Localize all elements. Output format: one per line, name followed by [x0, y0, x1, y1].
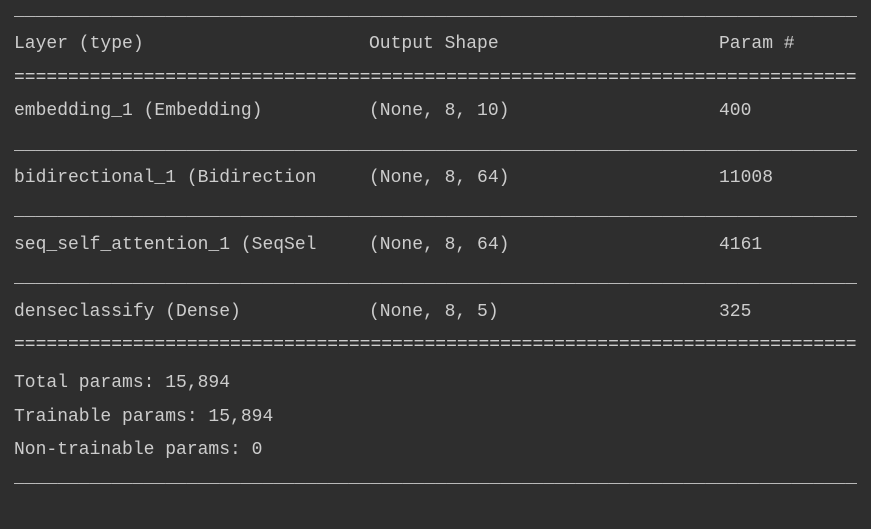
divider-line: ________________________________________… [14, 134, 857, 157]
divider-double-line: ========================================… [14, 67, 857, 90]
cell-output: (None, 8, 64) [369, 167, 719, 190]
cell-output: (None, 8, 5) [369, 301, 719, 324]
divider-line: ________________________________________… [14, 0, 857, 23]
cell-output: (None, 8, 10) [369, 100, 719, 123]
header-layer: Layer (type) [14, 33, 369, 56]
table-row: denseclassify (Dense) (None, 8, 5) 325 [14, 291, 857, 334]
header-param: Param # [719, 33, 857, 56]
cell-layer: seq_self_attention_1 (SeqSel [14, 234, 369, 257]
divider-double-line: ========================================… [14, 334, 857, 357]
divider-line: ________________________________________… [14, 467, 857, 490]
trainable-params: Trainable params: 15,894 [14, 401, 857, 434]
table-row: seq_self_attention_1 (SeqSel (None, 8, 6… [14, 224, 857, 267]
cell-param: 325 [719, 301, 857, 324]
table-row: bidirectional_1 (Bidirection (None, 8, 6… [14, 157, 857, 200]
cell-param: 400 [719, 100, 857, 123]
cell-param: 4161 [719, 234, 857, 257]
cell-layer: denseclassify (Dense) [14, 301, 369, 324]
cell-output: (None, 8, 64) [369, 234, 719, 257]
cell-layer: bidirectional_1 (Bidirection [14, 167, 369, 190]
non-trainable-params: Non-trainable params: 0 [14, 434, 857, 467]
table-row: embedding_1 (Embedding) (None, 8, 10) 40… [14, 90, 857, 133]
total-params: Total params: 15,894 [14, 367, 857, 400]
divider-line: ________________________________________… [14, 200, 857, 223]
divider-line: ________________________________________… [14, 267, 857, 290]
header-output: Output Shape [369, 33, 719, 56]
cell-param: 11008 [719, 167, 857, 190]
cell-layer: embedding_1 (Embedding) [14, 100, 369, 123]
table-header-row: Layer (type) Output Shape Param # [14, 23, 857, 66]
summary-section: Total params: 15,894 Trainable params: 1… [14, 357, 857, 467]
